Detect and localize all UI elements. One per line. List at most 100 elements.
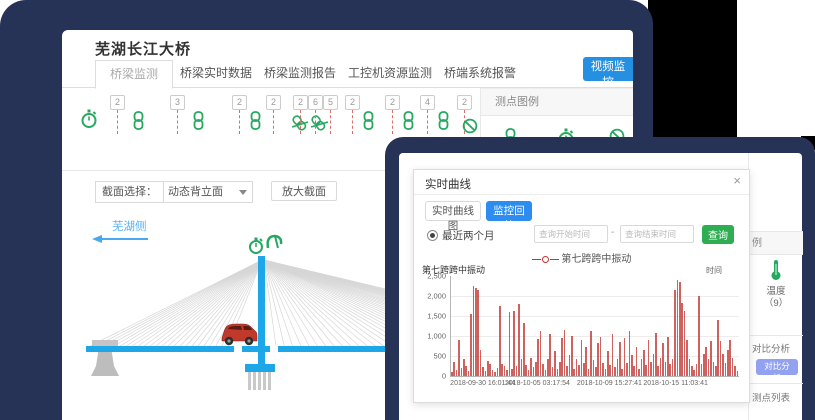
- sensor-dash-line: [239, 110, 240, 134]
- vibration-spike: [679, 282, 681, 376]
- sensor-chain-icon[interactable]: [438, 111, 456, 131]
- sensor-stopwatch-icon[interactable]: [80, 109, 98, 129]
- front-window-page: 例 温度 （9） 对比分析 对比分析 测点列表 实时曲线 × 实时曲线图: [399, 153, 802, 420]
- sensor-chain-icon[interactable]: [193, 111, 211, 131]
- vibration-spike: [600, 337, 602, 376]
- vibration-spike: [516, 366, 518, 376]
- vibration-spike: [653, 354, 655, 376]
- vibration-spike: [703, 354, 705, 376]
- vibration-spike: [645, 365, 647, 376]
- vibration-spike: [701, 364, 703, 376]
- vibration-spike: [655, 333, 657, 376]
- vibration-spike: [583, 363, 585, 376]
- sensor-count-badge: 2: [385, 95, 400, 110]
- recent-two-months-radio[interactable]: [427, 230, 438, 241]
- tab-2[interactable]: 桥梁监测报告: [264, 60, 336, 86]
- vibration-spike: [648, 340, 650, 376]
- vibration-spike: [638, 369, 640, 376]
- vibration-spike: [533, 367, 535, 376]
- vibration-spike: [465, 366, 467, 376]
- close-icon[interactable]: ×: [733, 174, 741, 188]
- vibration-spike: [621, 369, 623, 376]
- tab-1[interactable]: 桥梁实时数据: [180, 60, 252, 86]
- vibration-spike: [485, 371, 487, 376]
- sensor-dash-line: [427, 110, 428, 134]
- vibration-spike: [669, 364, 671, 376]
- vibration-spike: [727, 350, 729, 376]
- vibration-spike: [552, 367, 554, 376]
- video-monitor-button[interactable]: 视频监控: [583, 57, 633, 81]
- vibration-spike: [691, 366, 693, 376]
- vibration-spike: [602, 363, 604, 376]
- legend-marker-circle: [542, 256, 549, 263]
- legend-panel-title: 测点图例: [481, 88, 633, 116]
- vibration-spike: [725, 363, 727, 376]
- sensor-ban-icon[interactable]: [462, 118, 480, 138]
- gridline: [451, 316, 739, 317]
- query-start-time-input[interactable]: [534, 225, 608, 243]
- sensor-chain-icon[interactable]: [133, 111, 151, 131]
- vibration-spike: [511, 369, 513, 376]
- vibration-spike: [571, 336, 573, 376]
- tab-0[interactable]: 桥梁监测: [95, 60, 173, 89]
- vibration-spike: [557, 369, 559, 376]
- tab-realtime-curve[interactable]: 实时曲线图: [425, 201, 481, 221]
- vibration-spike: [513, 311, 515, 376]
- vibration-spike: [633, 366, 635, 376]
- vibration-spike: [492, 370, 494, 376]
- tab-4[interactable]: 桥端系统报警: [444, 60, 516, 86]
- tower-gauge-icon[interactable]: [250, 238, 262, 254]
- vibration-spike: [710, 341, 712, 376]
- vibration-spike: [612, 334, 614, 376]
- sensor-dash-line: [315, 110, 316, 134]
- legend-series-label: 第七跨跨中振动: [561, 254, 631, 265]
- tab-monitor-playback[interactable]: 监控回放: [486, 201, 532, 221]
- sensor-dash-line: [330, 110, 331, 134]
- clipped-panel-header: 例: [749, 231, 803, 255]
- sensor-chain-icon[interactable]: [250, 111, 268, 131]
- vibration-spike: [545, 370, 547, 376]
- vibration-spike: [504, 366, 506, 376]
- vibration-spike: [593, 360, 595, 376]
- vibration-spike: [482, 367, 484, 376]
- vibration-spike: [475, 288, 477, 376]
- bridge-tower: [258, 256, 265, 370]
- thermometer-icon[interactable]: [769, 259, 783, 281]
- vibration-spike: [566, 366, 568, 376]
- divider: [749, 383, 803, 384]
- vibration-spike: [585, 347, 587, 376]
- vibration-spike: [713, 362, 715, 376]
- vibration-spike: [657, 366, 659, 376]
- sensor-count-badge: 2: [266, 95, 281, 110]
- vibration-spike: [624, 338, 626, 376]
- section-select-dropdown[interactable]: 动态背立面: [163, 181, 253, 203]
- sensor-count-badge: 6: [308, 95, 323, 110]
- sensor-count-badge: 3: [170, 95, 185, 110]
- sensor-chain-icon[interactable]: [403, 111, 421, 131]
- vibration-spike: [489, 364, 491, 376]
- vibration-spike: [631, 355, 633, 376]
- tab-3[interactable]: 工控机资源监测: [348, 60, 432, 86]
- vibration-spike: [681, 303, 683, 376]
- vibration-spike: [588, 369, 590, 376]
- enlarge-section-button[interactable]: 放大截面: [271, 181, 337, 201]
- vibration-spike: [456, 370, 458, 376]
- vibration-spike: [715, 366, 717, 376]
- sensor-broken-icon[interactable]: [290, 111, 308, 131]
- vibration-spike: [458, 340, 460, 376]
- vibration-spike: [463, 359, 465, 376]
- query-end-time-input[interactable]: [620, 225, 694, 243]
- query-button[interactable]: 查询: [702, 225, 734, 244]
- sensor-dash-line: [392, 110, 393, 134]
- tower-cap: [245, 364, 275, 372]
- tower-clamp-icon[interactable]: [268, 236, 281, 248]
- divider: [414, 194, 749, 195]
- vibration-spike: [614, 367, 616, 376]
- compare-analysis-button[interactable]: 对比分析: [756, 359, 798, 375]
- vibration-spike: [451, 372, 453, 376]
- sensor-count-badge: 2: [457, 95, 472, 110]
- sensor-count-badge: 4: [420, 95, 435, 110]
- sensor-chain-icon[interactable]: [363, 111, 381, 131]
- vibration-spike: [537, 339, 539, 376]
- y-axis-tick-label: 0: [442, 372, 446, 381]
